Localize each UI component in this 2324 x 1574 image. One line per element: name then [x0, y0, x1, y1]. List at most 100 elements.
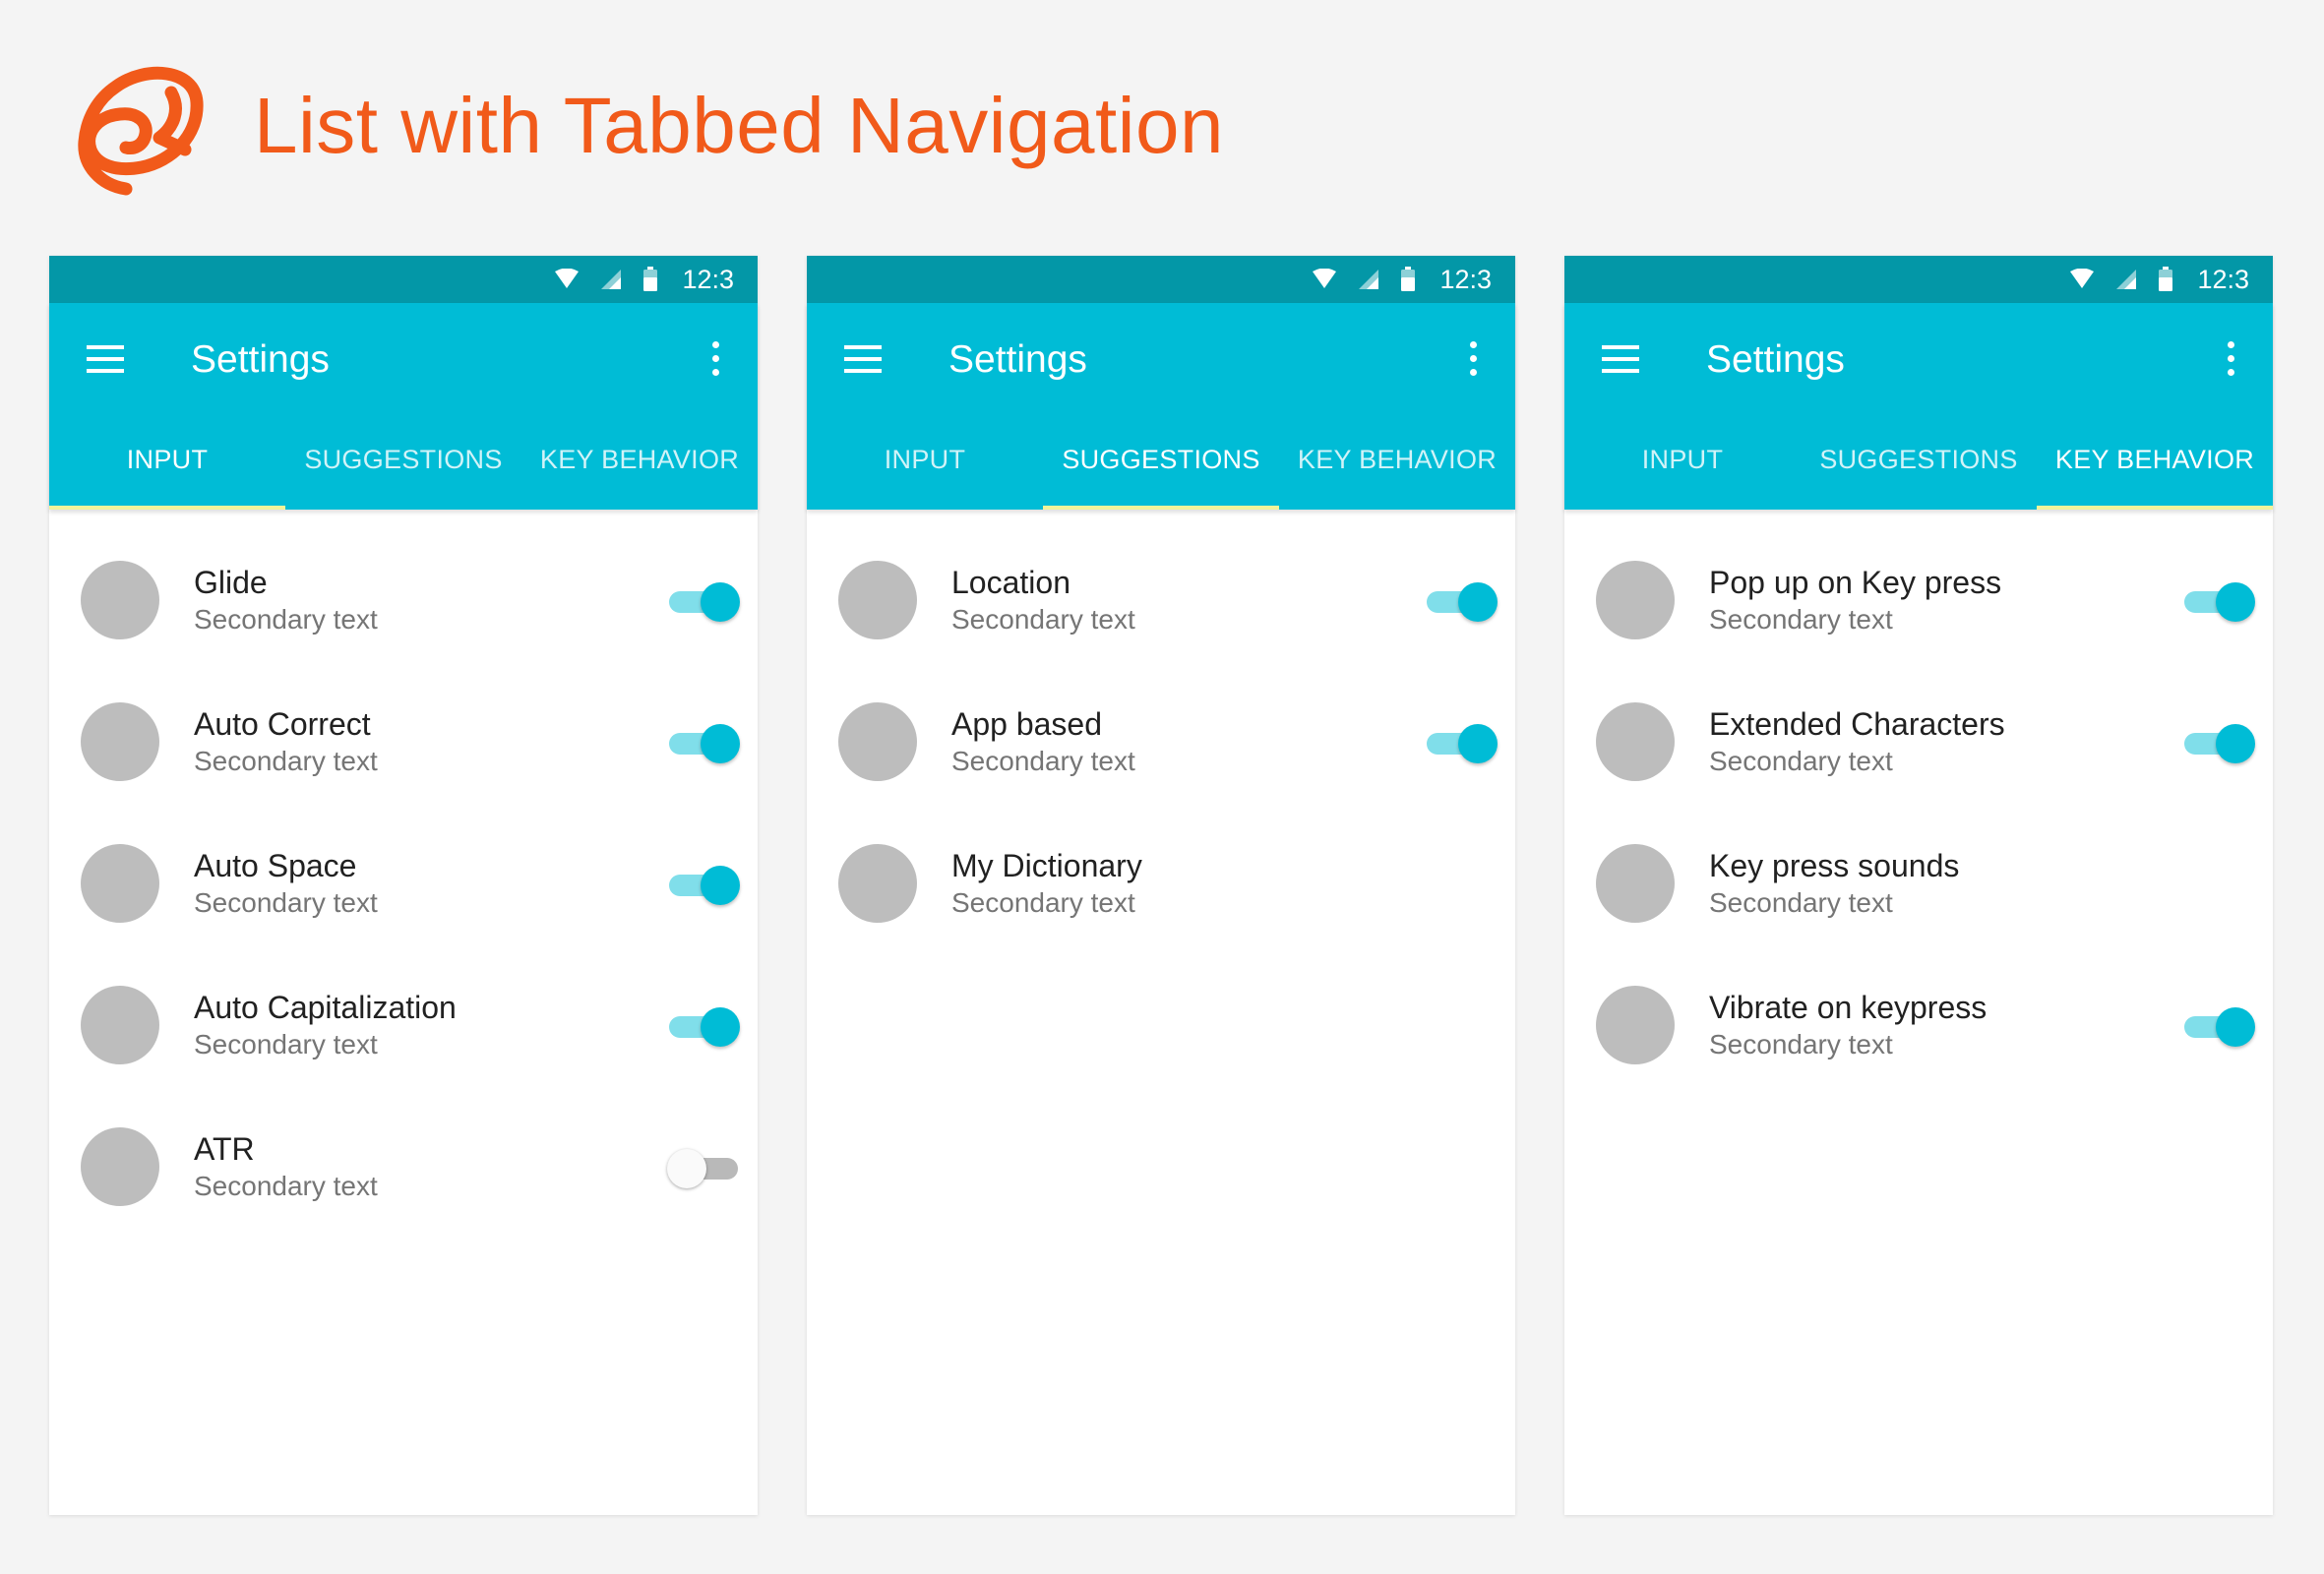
- toggle-switch[interactable]: [667, 1007, 740, 1047]
- item-primary-text: Location: [951, 565, 1070, 600]
- tab-suggestions[interactable]: SUGGESTIONS: [285, 415, 521, 510]
- item-secondary-text: Secondary text: [194, 887, 378, 918]
- more-vert-icon[interactable]: [1468, 341, 1478, 377]
- wifi-icon: [555, 269, 580, 288]
- status-bar: 12:3: [807, 256, 1515, 303]
- tab-bar: INPUT SUGGESTIONS KEY BEHAVIOR: [1564, 415, 2273, 510]
- item-secondary-text: Secondary text: [194, 1029, 378, 1059]
- toggle-switch[interactable]: [2182, 582, 2255, 622]
- item-primary-text: App based: [951, 706, 1103, 742]
- status-bar: 12:3: [1564, 256, 2273, 303]
- item-secondary-text: Secondary text: [194, 746, 378, 776]
- avatar: [1596, 561, 1675, 639]
- more-vert-icon[interactable]: [710, 341, 720, 377]
- menu-icon[interactable]: [1602, 345, 1639, 373]
- status-time: 12:3: [2197, 264, 2249, 294]
- toggle-switch[interactable]: [1425, 582, 1498, 622]
- app-bar: Settings INPUT SUGGESTIONS KEY BEHAVIOR: [49, 303, 758, 510]
- tab-key-behavior[interactable]: KEY BEHAVIOR: [521, 415, 758, 510]
- tab-suggestions[interactable]: SUGGESTIONS: [1043, 415, 1279, 510]
- app-title: Settings: [191, 338, 330, 381]
- list-item[interactable]: Pop up on Key press Secondary text: [1564, 529, 2273, 671]
- item-primary-text: Auto Capitalization: [194, 990, 457, 1025]
- item-secondary-text: Secondary text: [951, 746, 1135, 776]
- signal-icon: [601, 270, 622, 289]
- wifi-icon: [1313, 269, 1337, 288]
- list-item[interactable]: Auto Capitalization Secondary text: [49, 954, 758, 1096]
- list-item[interactable]: Extended Characters Secondary text: [1564, 671, 2273, 813]
- list-item[interactable]: Vibrate on keypress Secondary text: [1564, 954, 2273, 1096]
- avatar: [1596, 702, 1675, 781]
- tab-key-behavior[interactable]: KEY BEHAVIOR: [1279, 415, 1515, 510]
- toggle-switch[interactable]: [667, 724, 740, 763]
- signal-icon: [1359, 270, 1379, 289]
- avatar: [81, 702, 159, 781]
- item-primary-text: Auto Correct: [194, 706, 371, 742]
- avatar: [81, 986, 159, 1064]
- phone-screen-suggestions: 12:3 Settings INPUT SUGGESTIONS KEY BEHA…: [807, 256, 1515, 1515]
- list-item[interactable]: Key press sounds Secondary text: [1564, 813, 2273, 954]
- status-time: 12:3: [1439, 264, 1492, 294]
- toggle-switch[interactable]: [667, 1149, 740, 1188]
- item-primary-text: Extended Characters: [1709, 706, 2005, 742]
- app-bar: Settings INPUT SUGGESTIONS KEY BEHAVIOR: [807, 303, 1515, 510]
- item-primary-text: Vibrate on keypress: [1709, 990, 1988, 1025]
- item-secondary-text: Secondary text: [1709, 1029, 1893, 1059]
- toggle-switch[interactable]: [1425, 724, 1498, 763]
- list-item[interactable]: Auto Space Secondary text: [49, 813, 758, 954]
- tab-key-behavior[interactable]: KEY BEHAVIOR: [2037, 415, 2273, 510]
- more-vert-icon[interactable]: [2226, 341, 2235, 377]
- menu-icon[interactable]: [844, 345, 882, 373]
- item-primary-text: Pop up on Key press: [1709, 565, 2002, 600]
- app-bar: Settings INPUT SUGGESTIONS KEY BEHAVIOR: [1564, 303, 2273, 510]
- item-primary-text: Key press sounds: [1709, 848, 1960, 883]
- page-title: List with Tabbed Navigation: [254, 82, 1224, 169]
- avatar: [1596, 986, 1675, 1064]
- item-secondary-text: Secondary text: [951, 887, 1135, 918]
- settings-list: Pop up on Key press Secondary text Exten…: [1564, 529, 2273, 1096]
- avatar: [838, 561, 917, 639]
- avatar: [81, 561, 159, 639]
- list-item[interactable]: Location Secondary text: [807, 529, 1515, 671]
- item-secondary-text: Secondary text: [1709, 604, 1893, 635]
- item-primary-text: Auto Space: [194, 848, 357, 883]
- signal-icon: [2116, 270, 2137, 289]
- avatar: [838, 702, 917, 781]
- list-item[interactable]: My Dictionary Secondary text: [807, 813, 1515, 954]
- battery-icon: [1401, 267, 1416, 291]
- battery-icon: [2159, 267, 2173, 291]
- menu-icon[interactable]: [87, 345, 124, 373]
- wifi-icon: [2070, 269, 2095, 288]
- item-primary-text: ATR: [194, 1131, 255, 1167]
- avatar: [81, 1127, 159, 1206]
- status-bar: 12:3: [49, 256, 758, 303]
- page: List with Tabbed Navigation 12:3 Setting…: [0, 0, 2324, 1574]
- avatar: [1596, 844, 1675, 923]
- avatar: [81, 844, 159, 923]
- item-secondary-text: Secondary text: [1709, 887, 1893, 918]
- tab-bar: INPUT SUGGESTIONS KEY BEHAVIOR: [807, 415, 1515, 510]
- toggle-switch[interactable]: [2182, 724, 2255, 763]
- settings-list: Glide Secondary text Auto Correct Second…: [49, 529, 758, 1238]
- tab-suggestions[interactable]: SUGGESTIONS: [1801, 415, 2037, 510]
- tab-input[interactable]: INPUT: [49, 415, 285, 510]
- logo-icon: [78, 66, 204, 196]
- status-time: 12:3: [682, 264, 734, 294]
- list-item[interactable]: App based Secondary text: [807, 671, 1515, 813]
- phone-screen-input: 12:3 Settings INPUT SUGGESTIONS KEY BEHA…: [49, 256, 758, 1515]
- list-item[interactable]: ATR Secondary text: [49, 1096, 758, 1238]
- toggle-switch[interactable]: [667, 866, 740, 905]
- settings-list: Location Secondary text App based Second…: [807, 529, 1515, 954]
- avatar: [838, 844, 917, 923]
- tab-input[interactable]: INPUT: [807, 415, 1043, 510]
- item-primary-text: Glide: [194, 565, 268, 600]
- item-primary-text: My Dictionary: [951, 848, 1142, 883]
- list-item[interactable]: Glide Secondary text: [49, 529, 758, 671]
- tab-input[interactable]: INPUT: [1564, 415, 1801, 510]
- app-title: Settings: [948, 338, 1087, 381]
- toggle-switch[interactable]: [2182, 1007, 2255, 1047]
- phone-screen-key-behavior: 12:3 Settings INPUT SUGGESTIONS KEY BEHA…: [1564, 256, 2273, 1515]
- toggle-switch[interactable]: [667, 582, 740, 622]
- list-item[interactable]: Auto Correct Secondary text: [49, 671, 758, 813]
- item-secondary-text: Secondary text: [1709, 746, 1893, 776]
